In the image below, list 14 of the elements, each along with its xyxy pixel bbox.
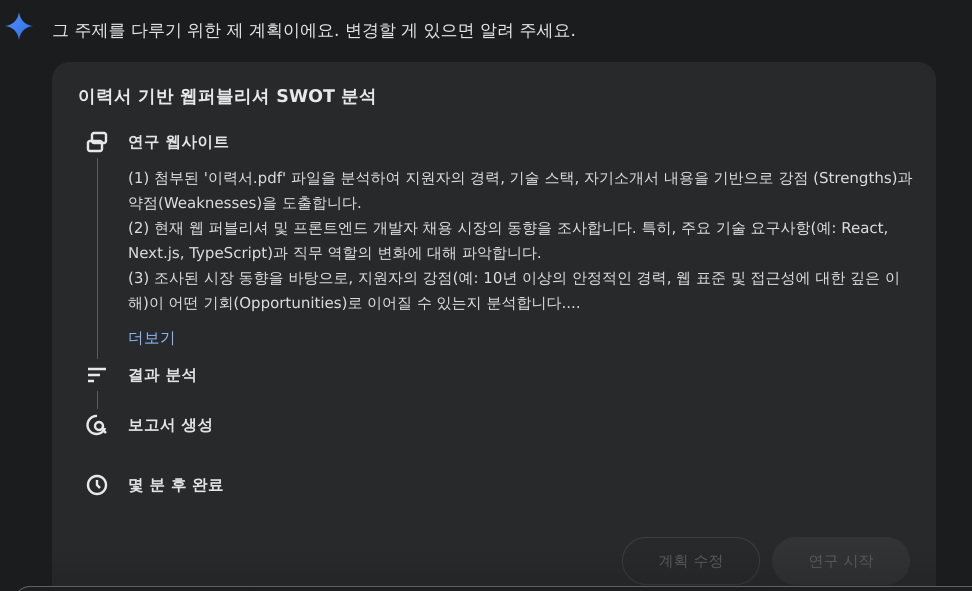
step-description: (3) 조사된 시장 동향을 바탕으로, 지원자의 강점(예: 10년 이상의 안정적인 경력, 웹 표준 및 접근성에 대한 깊은 이해)이 어떤 기회(Opportunities)로 이어질 수 있는지 분석합니다.... — [128, 268, 901, 314]
completion-estimate: 몇 분 후 완료 — [128, 475, 226, 496]
assistant-message: 그 주제를 다루기 위한 제 계획이에요. 변경할 게 있으면 알려 주세요. — [52, 20, 577, 43]
plan-title: 이력서 기반 웹퍼블리셔 SWOT 분석 — [78, 86, 378, 108]
step-label: 결과 분석 — [128, 365, 198, 386]
sparkle-icon — [4, 11, 34, 41]
clock-icon — [85, 473, 109, 497]
step-label: 보고서 생성 — [128, 415, 214, 436]
globe-search-icon — [85, 413, 109, 437]
more-link[interactable]: 더보기 — [128, 328, 176, 349]
step-label: 연구 웹사이트 — [128, 132, 230, 153]
windows-icon — [85, 130, 109, 154]
step-description: (1) 첨부된 '이력서.pdf' 파일을 분석하여 지원자의 경력, 기술 스택, 자기소개서 내용을 기반으로 강점 (Strengths)과 약점(Weaknesses)을 도출합니다. — [128, 168, 914, 214]
step-description: (2) 현재 웹 퍼블리셔 및 프론트엔드 개발자 채용 시장의 동향을 조사합니다. 특히, 주요 기술 요구사항(예: React, Next.js, TypeScript)과 직무 역할의 변화에 대해 파악합니다. — [128, 218, 890, 264]
